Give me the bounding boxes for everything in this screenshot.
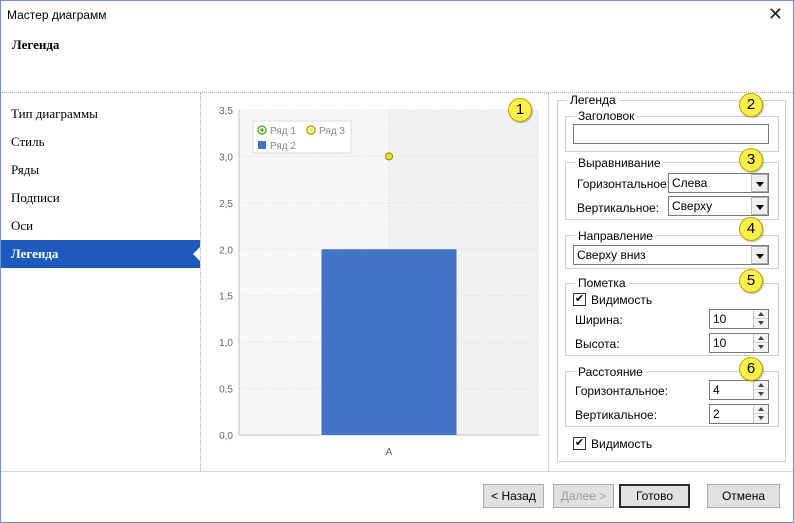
legend-visibility-label: Видимость xyxy=(591,437,653,451)
spacing-vertical-stepper[interactable]: 2 xyxy=(709,404,769,424)
vertical-alignment-label: Вертикальное: xyxy=(577,201,660,215)
nav-item-style[interactable]: Стиль xyxy=(1,128,200,156)
legend-header-input[interactable] xyxy=(573,124,769,144)
spin-down-icon[interactable] xyxy=(753,390,768,399)
y-tick-label: 1,0 xyxy=(219,338,233,349)
chevron-down-icon[interactable] xyxy=(751,174,768,192)
chart-preview: 0,0 0,5 1,0 1,5 2,0 2,5 3,0 3,5 A Ряд 1 Ряд 3 Ряд 2… xyxy=(201,93,548,471)
spacing-horizontal-label: Горизонтальное: xyxy=(575,384,669,398)
next-button[interactable]: Далее > xyxy=(553,484,614,508)
marker-width-label: Ширина: xyxy=(575,313,623,327)
horizontal-alignment-label: Горизонтальное: xyxy=(577,177,671,191)
chevron-down-icon[interactable] xyxy=(751,197,768,215)
wizard-nav: Тип диаграммы Стиль Ряды Подписи Оси Лег… xyxy=(1,100,200,268)
legend-label: Ряд 1 xyxy=(270,126,296,137)
badge-1: 1 xyxy=(508,98,532,122)
title-bar: Мастер диаграмм ✕ xyxy=(0,0,794,30)
spacing-horizontal-stepper[interactable]: 4 xyxy=(709,380,769,400)
vertical-alignment-select[interactable]: Сверху xyxy=(668,196,769,216)
data-point xyxy=(385,152,393,161)
legend-settings-title: Легенда xyxy=(567,93,619,107)
badge-2: 2 xyxy=(739,93,763,117)
direction-group-title: Направление xyxy=(575,229,656,243)
vertical-alignment-value: Сверху xyxy=(672,199,713,213)
chevron-down-icon[interactable] xyxy=(751,246,768,264)
spin-up-icon[interactable] xyxy=(753,334,768,343)
x-tick-label: A xyxy=(386,447,393,458)
window-title: Мастер диаграмм xyxy=(7,8,107,22)
marker-visibility-label: Видимость xyxy=(591,293,653,307)
badge-6: 6 xyxy=(739,357,763,381)
direction-value: Сверху вниз xyxy=(577,248,646,262)
legend-marker-dot xyxy=(260,128,264,132)
y-tick-label: 3,5 xyxy=(219,106,233,117)
y-tick-label: 1,5 xyxy=(219,292,233,303)
marker-group-title: Пометка xyxy=(575,276,629,290)
nav-item-legend[interactable]: Легенда xyxy=(1,240,200,268)
y-tick-label: 3,0 xyxy=(219,152,233,163)
horizontal-alignment-value: Слева xyxy=(672,176,708,190)
legend-label: Ряд 2 xyxy=(270,141,296,152)
direction-select[interactable]: Сверху вниз xyxy=(573,245,769,265)
page-title: Легенда xyxy=(12,37,60,52)
legend-visibility-checkbox[interactable]: ✔ xyxy=(573,437,586,450)
marker-width-stepper[interactable]: 10 xyxy=(709,309,769,329)
badge-4: 4 xyxy=(739,217,763,241)
spin-up-icon[interactable] xyxy=(753,310,768,319)
legend-label: Ряд 3 xyxy=(319,126,345,137)
cancel-button[interactable]: Отмена xyxy=(707,484,780,508)
spacing-group-title: Расстояние xyxy=(575,365,646,379)
y-tick-label: 2,0 xyxy=(219,245,233,256)
footer-divider xyxy=(1,471,793,472)
spin-up-icon[interactable] xyxy=(753,405,768,414)
spacing-vertical-value: 2 xyxy=(713,407,720,421)
legend-marker xyxy=(258,141,266,149)
legend-marker-dot xyxy=(309,128,313,132)
marker-visibility-checkbox[interactable]: ✔ xyxy=(573,293,586,306)
chart-svg: 0,0 0,5 1,0 1,5 2,0 2,5 3,0 3,5 A Ряд 1 Ряд 3 Ряд 2 xyxy=(219,106,539,458)
back-button[interactable]: < Назад xyxy=(483,484,544,508)
finish-button[interactable]: Готово xyxy=(619,484,690,508)
spin-down-icon[interactable] xyxy=(753,414,768,423)
nav-item-series[interactable]: Ряды xyxy=(1,156,200,184)
bar xyxy=(321,249,457,435)
chart-divider xyxy=(548,93,549,471)
marker-height-label: Высота: xyxy=(575,337,620,351)
y-tick-label: 2,5 xyxy=(219,199,233,210)
badge-3: 3 xyxy=(739,148,763,172)
spin-up-icon[interactable] xyxy=(753,381,768,390)
marker-height-stepper[interactable]: 10 xyxy=(709,333,769,353)
nav-item-axes[interactable]: Оси xyxy=(1,212,200,240)
marker-height-value: 10 xyxy=(713,336,727,350)
header-group-title: Заголовок xyxy=(575,109,638,123)
spacing-horizontal-value: 4 xyxy=(713,383,720,397)
nav-item-chart-type[interactable]: Тип диаграммы xyxy=(1,100,200,128)
spin-down-icon[interactable] xyxy=(753,343,768,352)
horizontal-alignment-select[interactable]: Слева xyxy=(668,173,769,193)
close-icon[interactable]: ✕ xyxy=(768,5,783,23)
nav-item-labels[interactable]: Подписи xyxy=(1,184,200,212)
y-tick-label: 0,5 xyxy=(219,385,233,396)
alignment-group-title: Выравнивание xyxy=(575,156,664,170)
spacing-vertical-label: Вертикальное: xyxy=(575,408,658,422)
y-tick-label: 0,0 xyxy=(219,431,233,442)
marker-width-value: 10 xyxy=(713,312,727,326)
spin-down-icon[interactable] xyxy=(753,319,768,328)
badge-5: 5 xyxy=(739,269,763,293)
